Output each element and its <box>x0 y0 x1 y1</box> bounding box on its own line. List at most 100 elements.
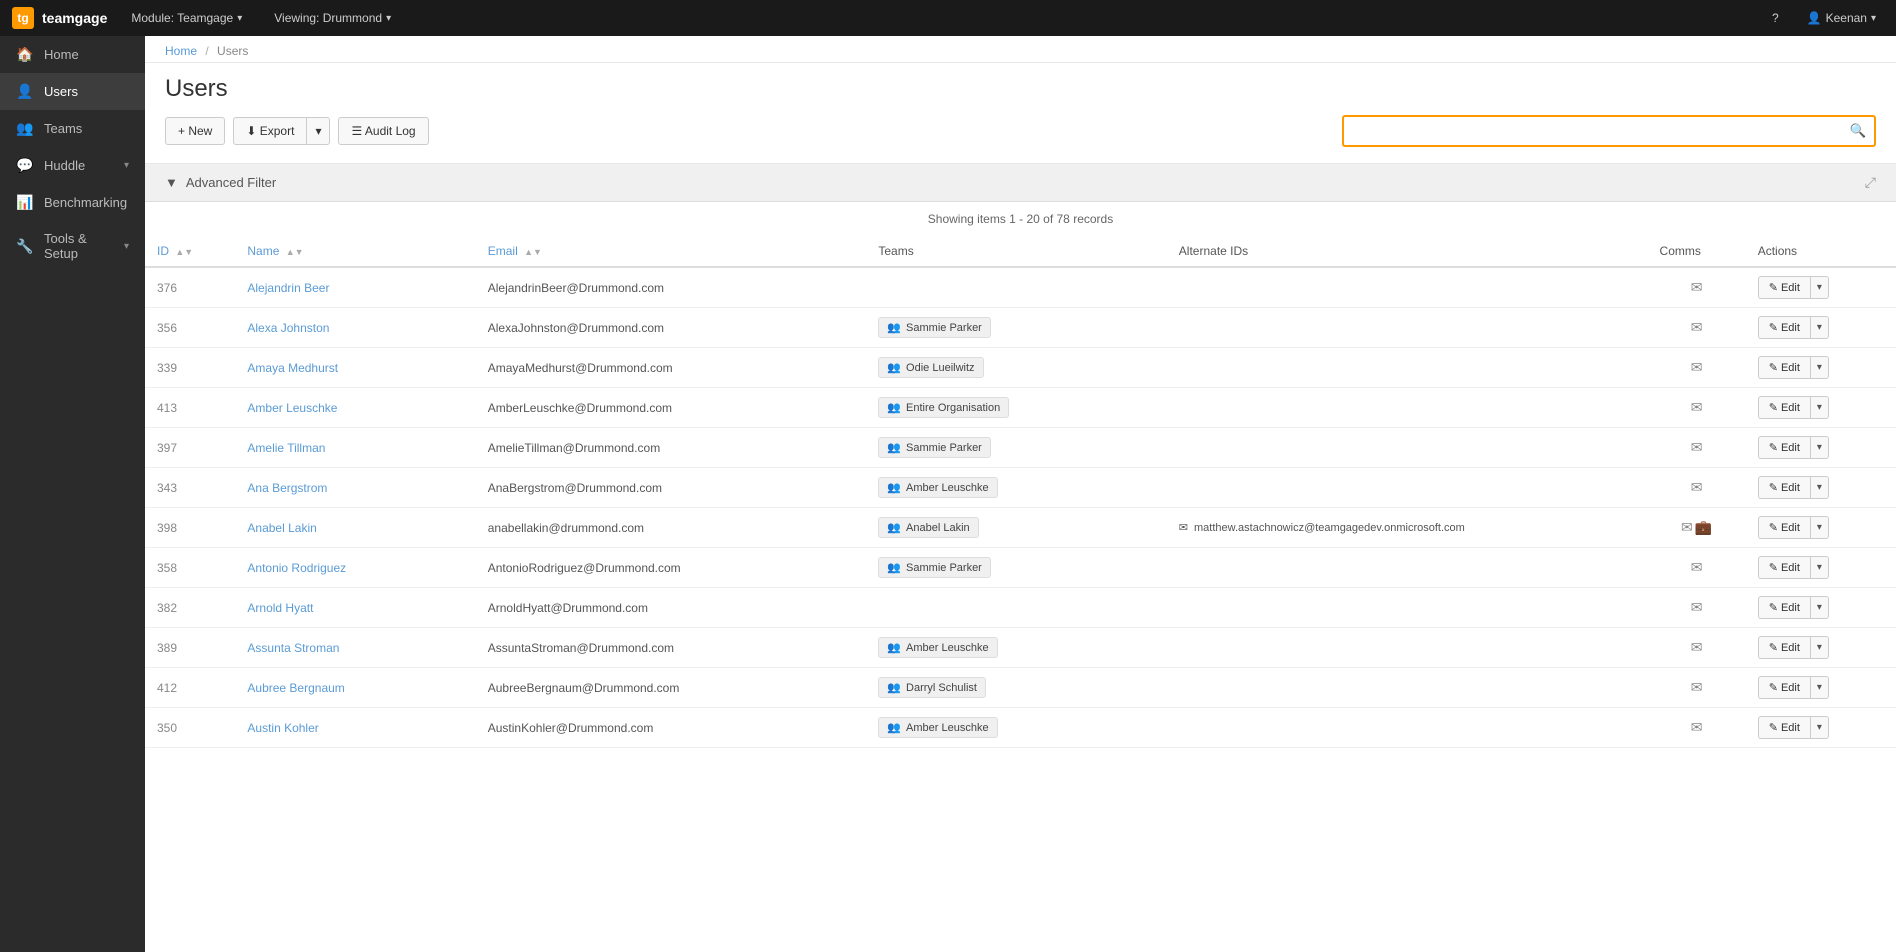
breadcrumb-separator: / <box>205 44 208 58</box>
table-row: 358Antonio RodriguezAntonioRodriguez@Dru… <box>145 548 1896 588</box>
cell-comms: ✉💼 <box>1648 508 1746 548</box>
cell-name[interactable]: Antonio Rodriguez <box>235 548 475 588</box>
edit-button[interactable]: ✎ Edit <box>1758 596 1810 619</box>
team-badge[interactable]: 👥 Sammie Parker <box>878 557 991 578</box>
edit-button[interactable]: ✎ Edit <box>1758 476 1810 499</box>
team-badge[interactable]: 👥 Odie Lueilwitz <box>878 357 983 378</box>
edit-dropdown-button[interactable]: ▾ <box>1810 276 1829 299</box>
edit-dropdown-button[interactable]: ▾ <box>1810 316 1829 339</box>
team-badge[interactable]: 👥 Amber Leuschke <box>878 637 997 658</box>
breadcrumb-home-link[interactable]: Home <box>165 44 197 58</box>
col-name[interactable]: Name ▲▼ <box>235 236 475 267</box>
sidebar-item-benchmarking[interactable]: 📊 Benchmarking <box>0 184 145 221</box>
brand-label: teamgage <box>42 10 107 26</box>
cell-name[interactable]: Amaya Medhurst <box>235 348 475 388</box>
export-dropdown-button[interactable]: ▾ <box>306 117 330 145</box>
audit-log-button[interactable]: ☰ Audit Log <box>338 117 428 145</box>
viewing-label: Viewing: Drummond <box>274 11 382 25</box>
edit-dropdown-button[interactable]: ▾ <box>1810 436 1829 459</box>
cell-name[interactable]: Alejandrin Beer <box>235 267 475 308</box>
cell-name[interactable]: Arnold Hyatt <box>235 588 475 628</box>
team-badge[interactable]: 👥 Darryl Schulist <box>878 677 986 698</box>
cell-name[interactable]: Austin Kohler <box>235 708 475 748</box>
sidebar-item-teams[interactable]: 👥 Teams <box>0 110 145 147</box>
edit-dropdown-button[interactable]: ▾ <box>1810 396 1829 419</box>
sidebar-item-huddle[interactable]: 💬 Huddle ▾ <box>0 147 145 184</box>
export-button[interactable]: ⬇ Export <box>233 117 306 145</box>
col-id[interactable]: ID ▲▼ <box>145 236 235 267</box>
edit-button[interactable]: ✎ Edit <box>1758 636 1810 659</box>
cell-id: 397 <box>145 428 235 468</box>
sidebar-item-tools[interactable]: 🔧 Tools & Setup ▾ <box>0 221 145 271</box>
expand-icon[interactable]: ⤢ <box>1865 174 1876 191</box>
edit-button[interactable]: ✎ Edit <box>1758 276 1810 299</box>
search-button[interactable]: 🔍 <box>1842 115 1876 147</box>
cell-name[interactable]: Assunta Stroman <box>235 628 475 668</box>
home-icon: 🏠 <box>16 46 34 63</box>
team-badge[interactable]: 👥 Entire Organisation <box>878 397 1009 418</box>
email-comms-icon: ✉ <box>1691 399 1703 415</box>
table-row: 343Ana BergstromAnaBergstrom@Drummond.co… <box>145 468 1896 508</box>
edit-button[interactable]: ✎ Edit <box>1758 396 1810 419</box>
filter-bar: ▼ Advanced Filter ⤢ <box>145 164 1896 202</box>
cell-comms: ✉ <box>1648 708 1746 748</box>
team-badge-icon: 👥 <box>887 321 901 334</box>
sidebar-item-huddle-label: Huddle <box>44 158 114 173</box>
team-badge[interactable]: 👥 Amber Leuschke <box>878 717 997 738</box>
team-badge[interactable]: 👥 Amber Leuschke <box>878 477 997 498</box>
viewing-selector[interactable]: Viewing: Drummond ▾ <box>266 7 399 29</box>
filter-label: ▼ Advanced Filter <box>165 175 276 190</box>
col-email[interactable]: Email ▲▼ <box>476 236 867 267</box>
edit-dropdown-button[interactable]: ▾ <box>1810 356 1829 379</box>
help-button[interactable]: ? <box>1764 7 1787 29</box>
edit-button[interactable]: ✎ Edit <box>1758 716 1810 739</box>
cell-name[interactable]: Ana Bergstrom <box>235 468 475 508</box>
edit-dropdown-button[interactable]: ▾ <box>1810 516 1829 539</box>
cell-comms: ✉ <box>1648 468 1746 508</box>
cell-comms: ✉ <box>1648 588 1746 628</box>
sidebar-item-users[interactable]: 👤 Users <box>0 73 145 110</box>
edit-dropdown-button[interactable]: ▾ <box>1810 716 1829 739</box>
action-group: ✎ Edit ▾ <box>1758 596 1884 619</box>
cell-actions: ✎ Edit ▾ <box>1746 508 1896 548</box>
module-selector[interactable]: Module: Teamgage ▾ <box>123 7 250 29</box>
edit-dropdown-button[interactable]: ▾ <box>1810 556 1829 579</box>
cell-teams: 👥 Sammie Parker <box>866 308 1166 348</box>
edit-dropdown-button[interactable]: ▾ <box>1810 476 1829 499</box>
edit-button[interactable]: ✎ Edit <box>1758 556 1810 579</box>
sidebar-item-home[interactable]: 🏠 Home <box>0 36 145 73</box>
cell-name[interactable]: Amelie Tillman <box>235 428 475 468</box>
edit-button[interactable]: ✎ Edit <box>1758 676 1810 699</box>
cell-email: AlejandrinBeer@Drummond.com <box>476 267 867 308</box>
action-group: ✎ Edit ▾ <box>1758 476 1884 499</box>
team-badge[interactable]: 👥 Anabel Lakin <box>878 517 978 538</box>
team-badge[interactable]: 👥 Sammie Parker <box>878 437 991 458</box>
team-badge-icon: 👥 <box>887 441 901 454</box>
sidebar: 🏠 Home 👤 Users 👥 Teams 💬 Huddle ▾ 📊 Benc… <box>0 36 145 952</box>
cell-comms: ✉ <box>1648 308 1746 348</box>
email-comms-icon: ✉ <box>1691 439 1703 455</box>
cell-name[interactable]: Aubree Bergnaum <box>235 668 475 708</box>
search-input[interactable] <box>1342 115 1842 147</box>
team-badge[interactable]: 👥 Sammie Parker <box>878 317 991 338</box>
edit-dropdown-button[interactable]: ▾ <box>1810 596 1829 619</box>
cell-name[interactable]: Amber Leuschke <box>235 388 475 428</box>
cell-name[interactable]: Anabel Lakin <box>235 508 475 548</box>
edit-button[interactable]: ✎ Edit <box>1758 356 1810 379</box>
cell-teams: 👥 Darryl Schulist <box>866 668 1166 708</box>
cell-teams: 👥 Entire Organisation <box>866 388 1166 428</box>
edit-button[interactable]: ✎ Edit <box>1758 436 1810 459</box>
user-menu[interactable]: 👤 Keenan ▾ <box>1799 7 1884 29</box>
edit-dropdown-button[interactable]: ▾ <box>1810 636 1829 659</box>
cell-name[interactable]: Alexa Johnston <box>235 308 475 348</box>
new-button[interactable]: + New <box>165 117 225 145</box>
email-comms-icon: ✉ <box>1691 319 1703 335</box>
edit-button[interactable]: ✎ Edit <box>1758 316 1810 339</box>
id-sort-icon: ▲▼ <box>175 247 193 257</box>
table-row: 339Amaya MedhurstAmayaMedhurst@Drummond.… <box>145 348 1896 388</box>
edit-button[interactable]: ✎ Edit <box>1758 516 1810 539</box>
action-group: ✎ Edit ▾ <box>1758 356 1884 379</box>
email-comms-icon: ✉ <box>1681 519 1693 535</box>
table-row: 356Alexa JohnstonAlexaJohnston@Drummond.… <box>145 308 1896 348</box>
edit-dropdown-button[interactable]: ▾ <box>1810 676 1829 699</box>
